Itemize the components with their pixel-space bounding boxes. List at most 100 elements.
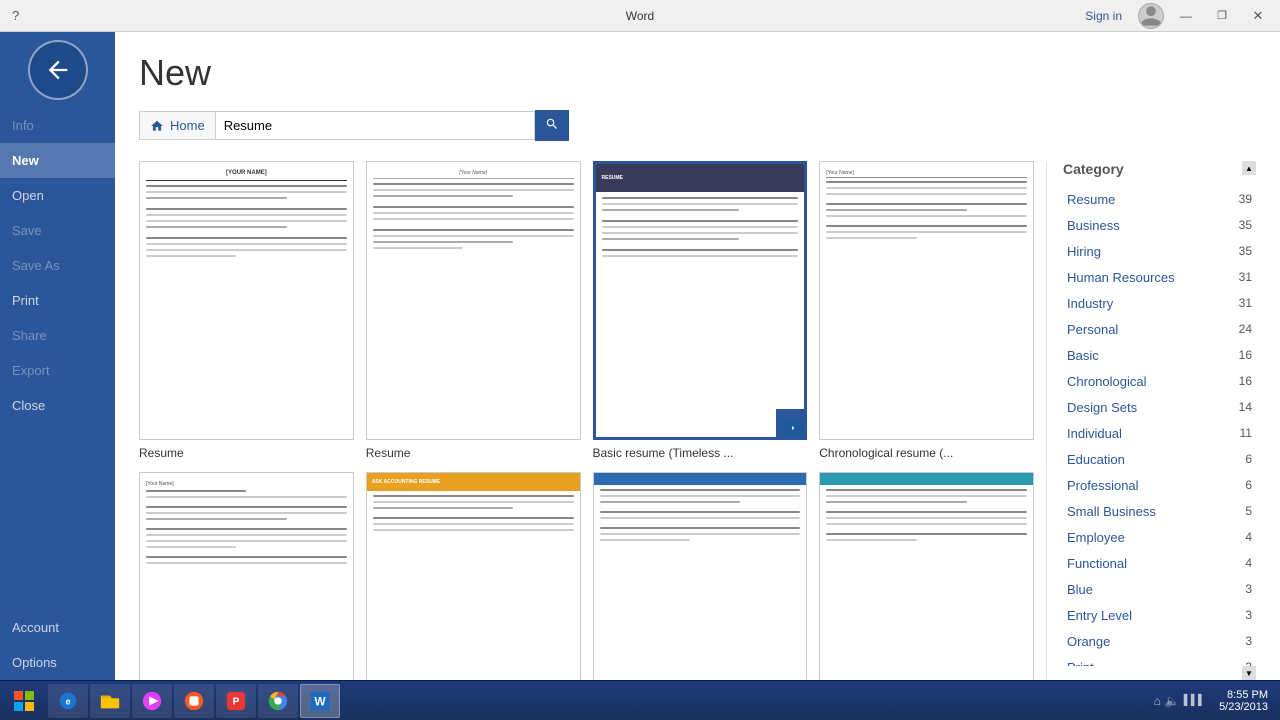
template-item[interactable]: [Your Name] Resume — [366, 161, 581, 460]
sidebar-item-account[interactable]: Account — [0, 610, 115, 645]
template-name: Resume — [366, 446, 581, 460]
clock-date: 5/23/2013 — [1219, 701, 1268, 713]
category-item[interactable]: Individual11 — [1063, 421, 1256, 447]
tray-icon-2: 🔈 — [1165, 694, 1180, 708]
category-title: Category — [1063, 161, 1124, 177]
category-item[interactable]: Functional 4 — [1063, 551, 1256, 577]
category-scroll-up[interactable]: ▲ — [1242, 161, 1256, 175]
templates-area: [YOUR NAME] Resume — [139, 161, 1256, 680]
category-count: 31 — [1239, 270, 1252, 285]
search-button[interactable] — [535, 110, 569, 141]
sidebar-label-close: Close — [12, 398, 45, 413]
category-item[interactable]: Print3 — [1063, 655, 1256, 666]
category-label: Small Business — [1067, 504, 1156, 519]
category-label: Basic — [1067, 348, 1099, 363]
category-label: Design Sets — [1067, 400, 1137, 415]
template-name: Resume — [139, 446, 354, 460]
sidebar-item-save: Save — [0, 213, 115, 248]
category-panel: Category ▲ Resume39Business35Hiring35Hum… — [1046, 161, 1256, 680]
category-label: Hiring — [1067, 244, 1101, 259]
category-item[interactable]: Personal 24 — [1063, 317, 1256, 343]
category-item[interactable]: Design Sets14 — [1063, 395, 1256, 421]
taskbar-app-chrome[interactable] — [258, 684, 298, 718]
windows-icon — [12, 689, 36, 713]
page-title: New — [139, 52, 1256, 94]
category-label: Human Resources — [1067, 270, 1175, 285]
sidebar-item-open[interactable]: Open — [0, 178, 115, 213]
category-item[interactable]: Business35 — [1063, 213, 1256, 239]
category-count: 4 — [1245, 556, 1252, 571]
category-count: 24 — [1239, 322, 1252, 337]
category-label: Orange — [1067, 634, 1110, 649]
sidebar-item-options[interactable]: Options — [0, 645, 115, 680]
template-item[interactable]: ASK ACCOUNTING RESUME Basic resume — [366, 472, 581, 680]
taskbar-app-ie[interactable]: e — [48, 684, 88, 718]
template-item[interactable]: RESUME — [593, 161, 808, 460]
template-item[interactable]: [Your Name] Chronological resume (.. — [819, 161, 1034, 460]
category-item[interactable]: Hiring35 — [1063, 239, 1256, 265]
taskbar-app-media[interactable] — [132, 684, 172, 718]
category-item[interactable]: Entry Level3 — [1063, 603, 1256, 629]
start-button[interactable] — [4, 683, 44, 719]
doc-preview — [594, 473, 807, 680]
taskbar-clock[interactable]: 8:55 PM 5/23/2013 — [1211, 689, 1276, 713]
category-label: Functional — [1067, 556, 1127, 571]
category-count: 39 — [1239, 192, 1252, 207]
home-label: Home — [170, 118, 205, 133]
sidebar-item-new[interactable]: New — [0, 143, 115, 178]
sidebar-label-save: Save — [12, 223, 42, 238]
close-button[interactable]: ✕ — [1244, 5, 1272, 27]
help-icon[interactable]: ? — [8, 8, 23, 23]
category-label: Education — [1067, 452, 1125, 467]
taskbar-app-6[interactable]: P — [216, 684, 256, 718]
taskbar-app-5[interactable] — [174, 684, 214, 718]
category-item[interactable]: Small Business 5 — [1063, 499, 1256, 525]
home-icon — [150, 119, 164, 133]
category-item[interactable]: Blue3 — [1063, 577, 1256, 603]
template-item[interactable]: Resume for internal co... — [593, 472, 808, 680]
template-thumb — [593, 472, 808, 680]
category-item[interactable]: Resume39 — [1063, 187, 1256, 213]
template-item[interactable]: [Your Name] Funct — [139, 472, 354, 680]
category-item[interactable]: Professional6 — [1063, 473, 1256, 499]
template-name: Basic resume (Timeless ... — [593, 446, 808, 460]
category-label: Entry Level — [1067, 608, 1132, 623]
sidebar-item-print[interactable]: Print — [0, 283, 115, 318]
template-item[interactable]: Functional resume (Min... — [819, 472, 1034, 680]
category-label: Industry — [1067, 296, 1113, 311]
category-item[interactable]: Education6 — [1063, 447, 1256, 473]
sidebar-label-new: New — [12, 153, 39, 168]
sidebar-label-share: Share — [12, 328, 47, 343]
sidebar-item-info: Info — [0, 108, 115, 143]
category-label: Professional — [1067, 478, 1139, 493]
back-button[interactable] — [28, 40, 88, 100]
sidebar-label-info: Info — [12, 118, 34, 133]
category-count: 5 — [1245, 504, 1252, 519]
taskbar-app-explorer[interactable] — [90, 684, 130, 718]
category-label: Personal — [1067, 322, 1118, 337]
sign-in-link[interactable]: Sign in — [1085, 9, 1122, 23]
sidebar-label-print: Print — [12, 293, 39, 308]
template-item[interactable]: [YOUR NAME] Resume — [139, 161, 354, 460]
category-item[interactable]: Human Resources 31 — [1063, 265, 1256, 291]
template-thumb: [Your Name] — [819, 161, 1034, 440]
minimize-button[interactable]: — — [1172, 5, 1200, 27]
restore-button[interactable]: ❐ — [1208, 5, 1236, 27]
home-breadcrumb[interactable]: Home — [139, 111, 215, 140]
category-item[interactable]: Orange3 — [1063, 629, 1256, 655]
svg-text:P: P — [233, 696, 240, 707]
tray-icon-1: ⌂ — [1154, 694, 1161, 708]
taskbar-app-word[interactable]: W — [300, 684, 340, 718]
category-label: Print — [1067, 660, 1094, 666]
category-item[interactable]: Basic16 — [1063, 343, 1256, 369]
category-scroll-down[interactable]: ▼ — [1242, 666, 1256, 680]
category-item[interactable]: Employee4 — [1063, 525, 1256, 551]
sidebar-item-export: Export — [0, 353, 115, 388]
doc-preview: RESUME — [596, 164, 805, 437]
user-avatar[interactable] — [1138, 3, 1164, 29]
sidebar-item-close[interactable]: Close — [0, 388, 115, 423]
category-list: Resume39Business35Hiring35Human Resource… — [1063, 187, 1256, 666]
category-item[interactable]: Chronological16 — [1063, 369, 1256, 395]
category-item[interactable]: Industry31 — [1063, 291, 1256, 317]
search-input[interactable] — [215, 111, 535, 140]
